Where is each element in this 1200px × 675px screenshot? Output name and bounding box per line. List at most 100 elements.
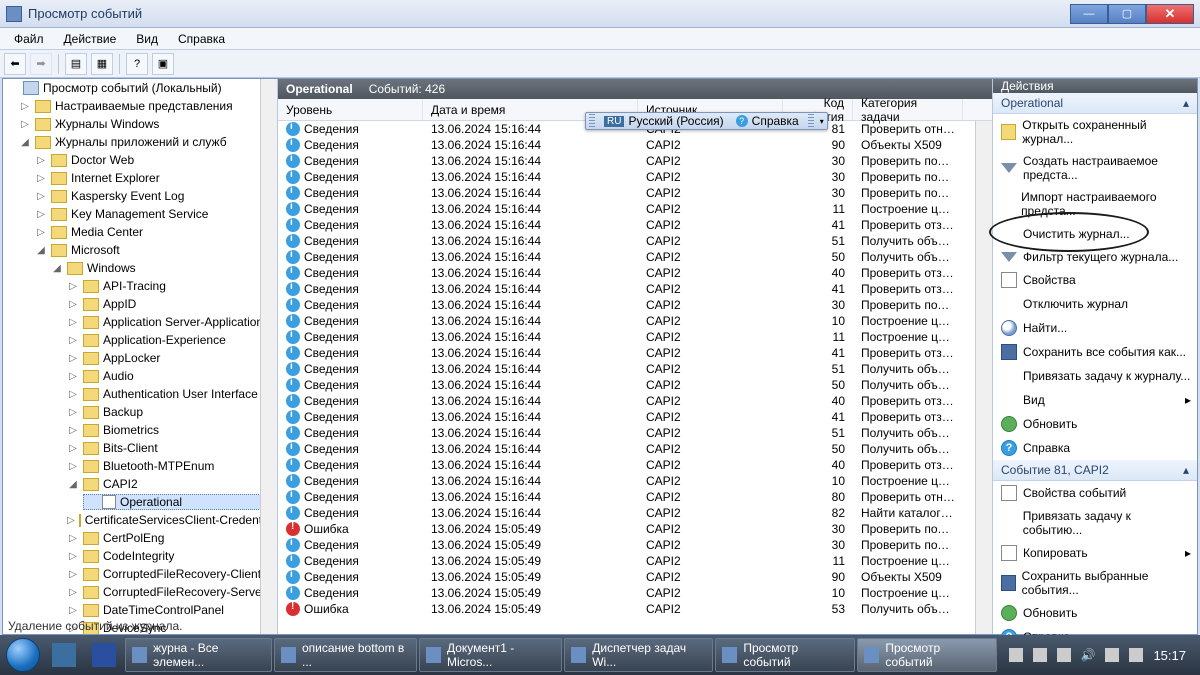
menu-file[interactable]: Файл [4,30,54,48]
help-button[interactable]: ? [126,53,148,75]
event-row[interactable]: Сведения13.06.2024 15:16:44CAPI282Найти … [278,505,992,521]
event-row[interactable]: Сведения13.06.2024 15:16:44CAPI230Провер… [278,297,992,313]
tray-volume-icon[interactable]: 🔊 [1081,648,1096,662]
event-row[interactable]: Сведения13.06.2024 15:16:44CAPI280Провер… [278,489,992,505]
action-help[interactable]: ?Справка [993,436,1197,460]
tree-item[interactable]: Kaspersky Event Log [71,189,184,203]
tree-item[interactable]: Key Management Service [71,207,208,221]
tree-item[interactable]: Backup [103,405,143,419]
event-row[interactable]: Сведения13.06.2024 15:16:44CAPI241Провер… [278,281,992,297]
event-row[interactable]: Сведения13.06.2024 15:16:44CAPI241Провер… [278,409,992,425]
event-row[interactable]: Сведения13.06.2024 15:16:44CAPI251Получи… [278,233,992,249]
tree-item[interactable]: AppLocker [103,351,160,365]
tree-item[interactable]: AppID [103,297,136,311]
tree-item[interactable]: CorruptedFileRecovery-Server [103,585,266,599]
clock[interactable]: 15:17 [1153,648,1186,663]
event-row[interactable]: Сведения13.06.2024 15:05:49CAPI211Постро… [278,553,992,569]
tree-item[interactable]: Bits-Client [103,441,158,455]
event-row[interactable]: Сведения13.06.2024 15:16:44CAPI251Получи… [278,361,992,377]
action-copy[interactable]: Копировать▸ [993,541,1197,565]
language-bar[interactable]: RUРусский (Россия) ?Справка ▾ [585,112,828,130]
taskbar-button[interactable]: Диспетчер задач Wi... [564,638,712,672]
tree-capi2[interactable]: CAPI2 [103,477,138,491]
tray-icon[interactable] [1129,648,1143,662]
grip-icon[interactable] [589,114,595,128]
tree-item[interactable]: CertPolEng [103,531,164,545]
pinned-app[interactable] [85,638,123,672]
refresh-button[interactable]: ▣ [152,53,174,75]
event-row[interactable]: Сведения13.06.2024 15:16:44CAPI230Провер… [278,169,992,185]
system-tray[interactable]: 🔊 15:17 [999,648,1197,663]
tree-pane[interactable]: Просмотр событий (Локальный) ▷Настраивае… [3,79,278,634]
taskbar-button[interactable]: журна - Все элемен... [125,638,272,672]
taskbar-button[interactable]: описание bottom в ... [274,638,417,672]
grip-icon[interactable] [808,114,814,128]
tree-item[interactable]: Audio [103,369,134,383]
action-attach-task-event[interactable]: Привязать задачу к событию... [993,505,1197,541]
tree-item[interactable]: Biometrics [103,423,159,437]
event-row[interactable]: Сведения13.06.2024 15:16:44CAPI230Провер… [278,153,992,169]
tray-icon[interactable] [1105,648,1119,662]
taskbar-button[interactable]: Просмотр событий [857,638,997,672]
event-row[interactable]: Сведения13.06.2024 15:16:44CAPI240Провер… [278,457,992,473]
event-row[interactable]: Сведения13.06.2024 15:16:44CAPI251Получи… [278,425,992,441]
forward-button[interactable]: ➡ [30,53,52,75]
tree-item[interactable]: CertificateServicesClient-CredentialRo [85,513,278,527]
event-row[interactable]: Сведения13.06.2024 15:16:44CAPI211Постро… [278,201,992,217]
maximize-button[interactable]: ▢ [1108,4,1146,24]
tree-item[interactable]: Bluetooth-MTPEnum [103,459,214,473]
tree-operational[interactable]: Operational [120,495,182,509]
event-row[interactable]: Ошибка13.06.2024 15:05:49CAPI253Получить… [278,601,992,617]
tree-app-logs[interactable]: Журналы приложений и служб [55,135,227,149]
taskbar-button[interactable]: Документ1 - Micros... [419,638,562,672]
action-disable-log[interactable]: Отключить журнал [993,292,1197,316]
event-row[interactable]: Сведения13.06.2024 15:05:49CAPI290Объект… [278,569,992,585]
tree-item[interactable]: API-Tracing [103,279,166,293]
action-refresh-event[interactable]: Обновить [993,601,1197,625]
menu-help[interactable]: Справка [168,30,235,48]
action-clear-log[interactable]: Очистить журнал... [993,222,1197,246]
tree-custom-views[interactable]: Настраиваемые представления [55,99,233,113]
action-save-selected[interactable]: Сохранить выбранные события... [993,565,1197,601]
col-task[interactable]: Категория задачи [853,99,963,120]
event-row[interactable]: Сведения13.06.2024 15:16:44CAPI290Объект… [278,137,992,153]
minimize-button[interactable]: — [1070,4,1108,24]
tree-item[interactable]: CodeIntegrity [103,549,174,563]
tree-windows[interactable]: Windows [87,261,136,275]
event-row[interactable]: Сведения13.06.2024 15:05:49CAPI230Провер… [278,537,992,553]
tree-item[interactable]: CorruptedFileRecovery-Client [103,567,261,581]
tree-item[interactable]: Application-Experience [103,333,226,347]
show-tree-button[interactable]: ▤ [65,53,87,75]
tree-root[interactable]: Просмотр событий (Локальный) [43,81,222,95]
action-save-all-events[interactable]: Сохранить все события как... [993,340,1197,364]
event-row[interactable]: Сведения13.06.2024 15:16:44CAPI250Получи… [278,249,992,265]
event-row[interactable]: Сведения13.06.2024 15:16:44CAPI211Постро… [278,329,992,345]
action-attach-task[interactable]: Привязать задачу к журналу... [993,364,1197,388]
back-button[interactable]: ⬅ [4,53,26,75]
event-row[interactable]: Сведения13.06.2024 15:16:44CAPI210Постро… [278,313,992,329]
tree-windows-logs[interactable]: Журналы Windows [55,117,159,131]
menu-view[interactable]: Вид [126,30,168,48]
event-row[interactable]: Сведения13.06.2024 15:05:49CAPI210Постро… [278,585,992,601]
action-open-saved-log[interactable]: Открыть сохраненный журнал... [993,114,1197,150]
lang-help[interactable]: Справка [752,114,799,128]
event-row[interactable]: Сведения13.06.2024 15:16:44CAPI250Получи… [278,441,992,457]
menu-action[interactable]: Действие [54,30,127,48]
event-row[interactable]: Сведения13.06.2024 15:16:44CAPI241Провер… [278,345,992,361]
dropdown-icon[interactable]: ▾ [817,117,827,126]
show-actions-button[interactable]: ▦ [91,53,113,75]
tree-scrollbar[interactable] [260,79,277,634]
close-button[interactable]: ✕ [1146,4,1194,24]
action-find[interactable]: Найти... [993,316,1197,340]
tree-item[interactable]: DateTimeControlPanel [103,603,224,617]
action-event-properties[interactable]: Свойства событий [993,481,1197,505]
event-row[interactable]: Сведения13.06.2024 15:16:44CAPI230Провер… [278,185,992,201]
tray-icon[interactable] [1009,648,1023,662]
tree-item[interactable]: Internet Explorer [71,171,160,185]
tree-microsoft[interactable]: Microsoft [71,243,120,257]
action-filter-current-log[interactable]: Фильтр текущего журнала... [993,246,1197,268]
tray-icon[interactable] [1033,648,1047,662]
event-row[interactable]: Сведения13.06.2024 15:16:44CAPI240Провер… [278,265,992,281]
event-row[interactable]: Сведения13.06.2024 15:16:44CAPI241Провер… [278,217,992,233]
tree-item[interactable]: Media Center [71,225,143,239]
